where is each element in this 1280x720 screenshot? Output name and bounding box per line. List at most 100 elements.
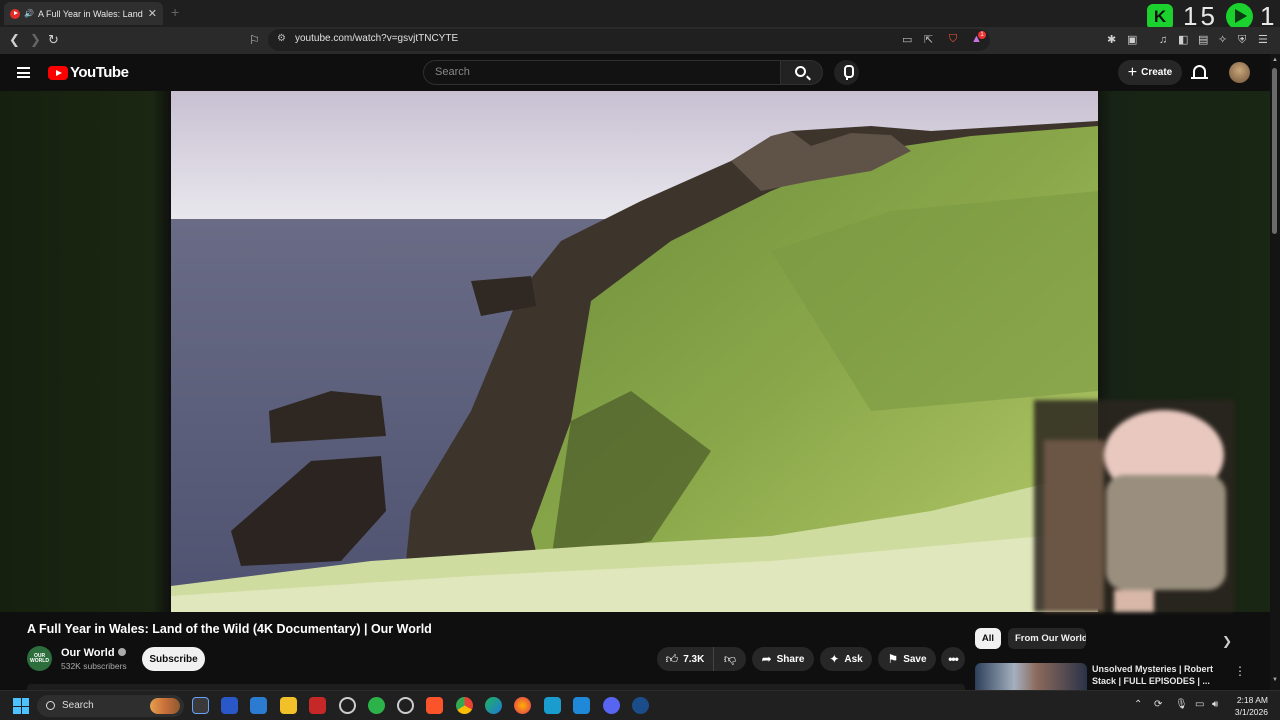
notifications-bell-icon[interactable] <box>1191 65 1208 79</box>
chip-next-chevron-icon[interactable]: ❯ <box>1222 634 1232 648</box>
scroll-down-icon[interactable]: ▼ <box>1272 677 1278 683</box>
wallet2-icon[interactable]: ▤ <box>1198 32 1208 48</box>
search-input[interactable]: Search <box>423 60 781 85</box>
overlay-play-icon <box>1226 3 1253 30</box>
speaker-icon[interactable]: 🔊 <box>24 9 34 18</box>
firefox-taskbar-icon[interactable] <box>514 697 531 714</box>
bookmark-icon[interactable]: ⚐ <box>249 32 260 48</box>
video-frame <box>171 91 1098 612</box>
recommendation-title[interactable]: Unsolved Mysteries | Robert Stack | FULL… <box>1092 663 1217 687</box>
browser-tab-youtube[interactable]: 🔊 A Full Year in Wales: Land of the Wild… <box>4 2 163 25</box>
taskbar-search-icon <box>46 701 55 710</box>
create-label: Create <box>1141 67 1173 78</box>
voice-search-icon[interactable] <box>834 60 859 85</box>
ask-label: Ask <box>844 653 863 665</box>
video-player[interactable] <box>171 91 1098 612</box>
taskbar-search-box[interactable]: Search <box>37 695 184 717</box>
share-button[interactable]: ➦ Share <box>752 647 814 671</box>
youtube-favicon-icon <box>10 8 20 19</box>
recommendation-more-icon[interactable]: ⋮ <box>1234 664 1246 678</box>
ask-button[interactable]: ✦ Ask <box>820 647 872 671</box>
address-bar[interactable]: ⚙ youtube.com/watch?v=gsvjtTNCYTE ▭ ⇱ ⛉ … <box>268 29 990 51</box>
app-icon-6[interactable] <box>397 697 414 714</box>
taskview-icon[interactable] <box>192 697 209 714</box>
subscriber-count: 532K subscribers <box>61 661 127 671</box>
youtube-masthead: YouTube Search + Create <box>0 54 1280 91</box>
plus-icon: + <box>1127 63 1138 81</box>
browser-toolbar: ❮ ❯ ↻ ⚐ ⚙ youtube.com/watch?v=gsvjtTNCYT… <box>0 27 1280 54</box>
reload-icon[interactable]: ↻ <box>48 32 59 48</box>
new-tab-icon[interactable]: + <box>171 4 179 20</box>
share-page-icon[interactable]: ⇱ <box>924 33 933 46</box>
verified-icon <box>117 648 126 656</box>
page-scrollbar[interactable]: ▲ ▼ <box>1270 54 1280 690</box>
vpn-icon[interactable]: ⛨ <box>1238 32 1246 48</box>
video-title: A Full Year in Wales: Land of the Wild (… <box>27 622 432 636</box>
search-highlight-icon <box>150 698 180 714</box>
channel-avatar[interactable]: OUR WORLD <box>27 646 52 671</box>
tray-mic-icon[interactable]: 🎙︎ <box>1175 699 1188 710</box>
tray-network-icon[interactable]: ▭ <box>1195 699 1204 710</box>
taskbar-clock[interactable]: 2:18 AM 3/1/2026 <box>1228 694 1268 718</box>
app-icon-2[interactable] <box>250 697 267 714</box>
brave-taskbar-icon[interactable] <box>426 697 443 714</box>
tray-chevron-icon[interactable]: ⌃ <box>1134 699 1142 710</box>
forward-icon[interactable]: ❯ <box>30 32 41 48</box>
file-explorer-icon[interactable] <box>280 697 297 714</box>
more-actions-button[interactable]: ••• <box>941 647 965 671</box>
media-icon[interactable]: ♫ <box>1159 32 1167 48</box>
menu-icon[interactable]: ☰ <box>1258 32 1268 48</box>
app-icon-4[interactable] <box>339 697 356 714</box>
subscribe-button[interactable]: Subscribe <box>142 647 205 671</box>
clock-date: 3/1/2026 <box>1234 707 1268 717</box>
brave-shield-icon[interactable]: ⛉ <box>949 33 957 46</box>
scrollbar-thumb[interactable] <box>1272 68 1277 234</box>
tray-app-icon[interactable]: ⟳ <box>1154 699 1162 710</box>
recommendation-thumbnail[interactable] <box>975 663 1087 690</box>
sidebar-icon[interactable]: ◧ <box>1178 32 1188 48</box>
chip-all[interactable]: All <box>975 628 1001 649</box>
dislike-button[interactable]: 👎︎ <box>714 647 746 671</box>
tab-title: A Full Year in Wales: Land of the Wild (… <box>37 8 144 19</box>
search-icon <box>795 66 806 77</box>
site-info-icon[interactable]: ⚙ <box>277 33 286 44</box>
windows-taskbar: Search ⌃ ⟳ 🎙︎ ▭ 🔊︎ 2:18 AM 3/1/2026 <box>0 690 1280 720</box>
like-count: 7.3K <box>683 653 705 665</box>
scroll-up-icon[interactable]: ▲ <box>1272 57 1278 63</box>
edge-taskbar-icon[interactable] <box>485 697 502 714</box>
chip-from-our-world[interactable]: From Our World <box>1008 628 1086 649</box>
youtube-logo-icon[interactable] <box>48 66 68 80</box>
app-icon-5[interactable] <box>368 697 385 714</box>
sparkle-icon: ✦ <box>829 652 840 666</box>
guide-menu-icon[interactable] <box>17 67 30 78</box>
windows-start-icon[interactable] <box>13 698 29 714</box>
wallet-icon[interactable]: ▣ <box>1127 32 1137 48</box>
url-text: youtube.com/watch?v=gsvjtTNCYTE <box>295 33 459 44</box>
search-button[interactable] <box>781 60 823 85</box>
create-button[interactable]: + Create <box>1118 60 1182 85</box>
vscode-taskbar-icon[interactable] <box>573 697 590 714</box>
tray-volume-icon[interactable]: 🔊︎ <box>1212 699 1218 710</box>
search-placeholder: Search <box>435 66 470 78</box>
cast-icon[interactable]: ▭ <box>902 33 912 46</box>
account-avatar[interactable] <box>1229 62 1250 83</box>
leo-ai-icon[interactable]: ✧ <box>1218 32 1227 48</box>
notification-badge: 1 <box>978 31 986 39</box>
webcam-overlay <box>1034 400 1234 612</box>
save-button[interactable]: ⚑ Save <box>878 647 936 671</box>
browser-tab-strip: 🔊 A Full Year in Wales: Land of the Wild… <box>0 0 1280 31</box>
close-tab-icon[interactable]: ✕ <box>148 7 157 20</box>
youtube-logo-text[interactable]: YouTube <box>70 64 129 81</box>
app-icon-1[interactable] <box>221 697 238 714</box>
channel-name[interactable]: Our World <box>61 647 126 659</box>
discord-taskbar-icon[interactable] <box>603 697 620 714</box>
back-icon[interactable]: ❮ <box>9 32 20 48</box>
steam-taskbar-icon[interactable] <box>632 697 649 714</box>
extensions-icon[interactable]: ✱ <box>1107 32 1116 48</box>
channel-name-text[interactable]: Our World <box>61 647 115 659</box>
taskbar-search-label: Search <box>62 700 94 711</box>
app-icon-7[interactable] <box>544 697 561 714</box>
like-button[interactable]: 👍︎ 7.3K <box>657 647 714 671</box>
chrome-taskbar-icon[interactable] <box>456 697 473 714</box>
app-icon-3[interactable] <box>309 697 326 714</box>
